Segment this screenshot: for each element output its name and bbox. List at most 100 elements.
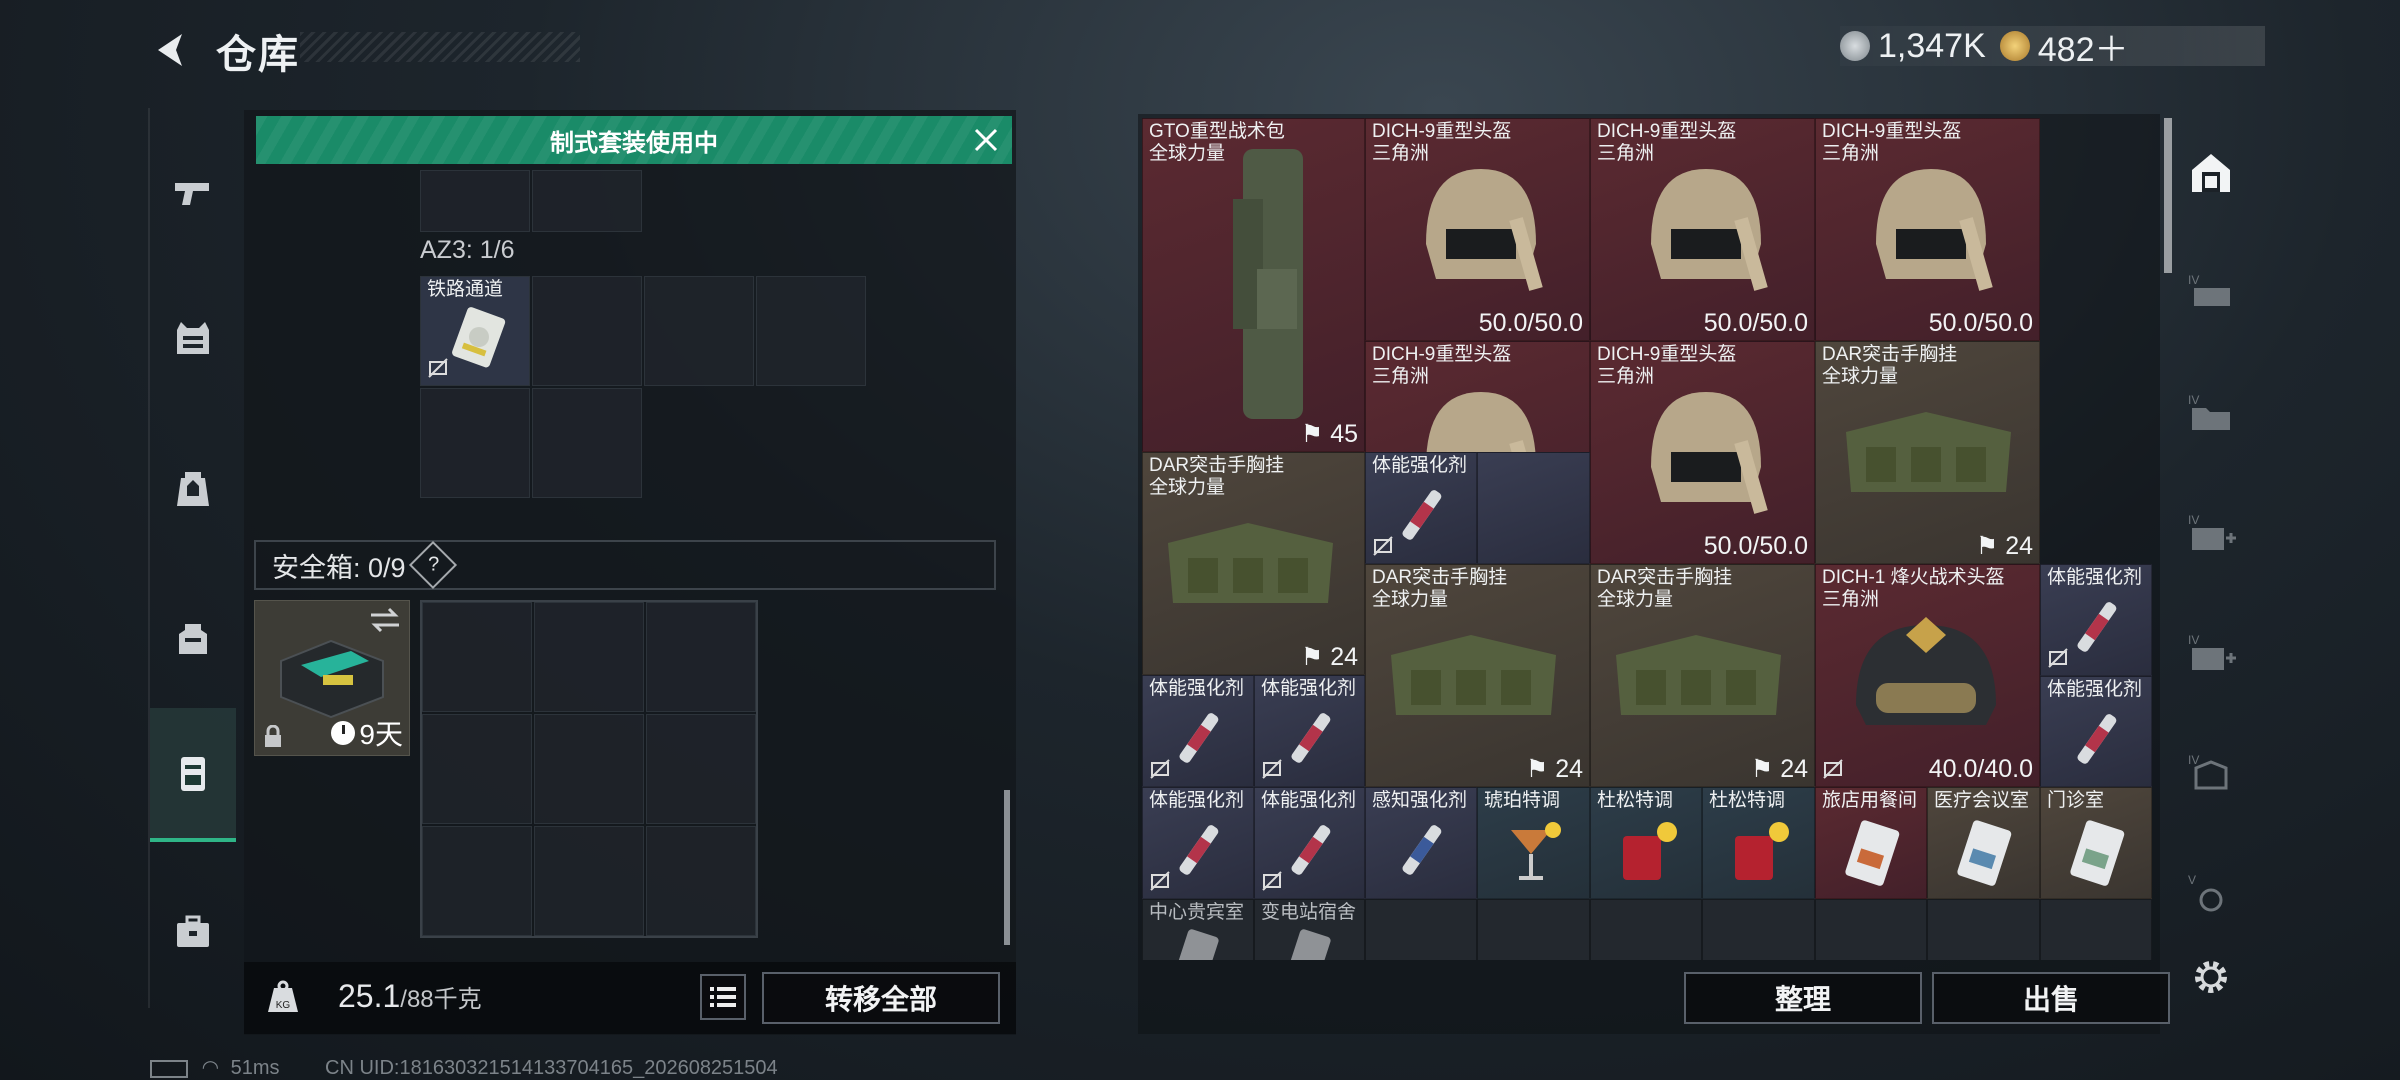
item-dar-rig[interactable]: DAR突击手胸挂 全球力量 ⚑ 24 [1365, 564, 1590, 787]
item-amber-cocktail[interactable]: 琥珀特调 [1477, 787, 1590, 899]
grid-cell[interactable] [422, 826, 532, 936]
item-info: ⚑ 24 [1525, 755, 1583, 783]
item-helmet[interactable]: DICH-9重型头盔三角洲 50.0/50.0 [1590, 118, 1815, 341]
item-substation-keycard[interactable]: 变电站宿舍 [1254, 899, 1365, 960]
warehouse-scrollbar[interactable] [2164, 118, 2172, 273]
item-info: ⚑ 24 [1975, 532, 2033, 560]
settings-gear-icon[interactable] [2190, 956, 2232, 998]
item-center-keycard[interactable]: 中心贵宾室 [1142, 899, 1254, 960]
sidebar-item-weapons[interactable] [150, 128, 236, 258]
transfer-all-button[interactable]: 转移全部 [762, 972, 1000, 1024]
back-arrow-icon[interactable] [148, 28, 192, 72]
grid-cell[interactable] [1815, 899, 1927, 960]
grid-cell[interactable] [420, 388, 530, 498]
item-helmet[interactable]: DICH-9重型头盔三角洲 50.0/50.0 [1590, 341, 1815, 564]
item-info: ⚑ 24 [1750, 755, 1808, 783]
help-icon[interactable]: ? [408, 540, 457, 590]
tab-warehouse-3[interactable]: IV [2176, 358, 2246, 468]
grid-cell[interactable] [534, 602, 644, 712]
sidebar-item-pouch[interactable] [150, 573, 236, 703]
az3-item-railway-keycard[interactable]: 铁路通道 [420, 276, 530, 386]
tab-warehouse-5[interactable]: IV [2176, 598, 2246, 708]
item-gto-backpack[interactable]: GTO重型战术包 全球力量 ⚑ 45 [1142, 118, 1365, 452]
item-name: 杜松特调 [1709, 790, 1786, 811]
helmet-icon [1651, 169, 1768, 291]
tab-warehouse-main[interactable] [2176, 118, 2246, 228]
item-stim[interactable]: 体能强化剂 [2040, 676, 2152, 787]
sidebar-item-vest[interactable] [150, 273, 236, 403]
grid-cell[interactable] [646, 602, 756, 712]
swap-icon[interactable] [369, 607, 401, 633]
item-name: 体能强化剂 [1261, 790, 1357, 811]
item-name: 感知强化剂 [1372, 790, 1468, 811]
banner-text: 制式套装使用中 [550, 129, 718, 157]
syringe-icon [2077, 714, 2117, 764]
grid-cell[interactable] [534, 714, 644, 824]
tab-warehouse-4[interactable]: IV [2176, 478, 2246, 588]
grid-cell[interactable] [2040, 899, 2152, 960]
item-dar-rig[interactable]: DAR突击手胸挂 全球力量 ⚑ 24 [1815, 341, 2040, 564]
list-view-button[interactable] [700, 974, 746, 1020]
item-info: 50.0/50.0 [1478, 309, 1583, 337]
item-name: 旅店用餐间 [1822, 790, 1918, 811]
grid-cell[interactable] [646, 714, 756, 824]
close-icon[interactable] [970, 124, 1002, 156]
grid-cell[interactable] [532, 276, 642, 386]
item-hotel-keycard[interactable]: 旅店用餐间 [1815, 787, 1927, 899]
item-stim[interactable]: 体能强化剂 [1142, 675, 1254, 787]
item-stim[interactable]: 体能强化剂 [1142, 787, 1254, 899]
clock-icon [331, 721, 356, 745]
item-dar-rig[interactable]: DAR突击手胸挂 全球力量 ⚑ 24 [1590, 564, 1815, 787]
item-clinic-keycard[interactable]: 门诊室 [2040, 787, 2152, 899]
loadout-banner: 制式套装使用中 [256, 116, 1012, 164]
grid-cell[interactable] [646, 826, 756, 936]
item-stim[interactable]: 体能强化剂 [1365, 452, 1477, 564]
item-dich1-helmet[interactable]: DICH-1 烽火战术头盔 三角洲 40.0/40.0 [1815, 564, 2040, 787]
help-text: ? [427, 553, 439, 576]
no-carry-icon [2048, 648, 2068, 668]
sidebar-item-toolbox[interactable] [150, 868, 236, 998]
item-juniper-cocktail[interactable]: 杜松特调 [1590, 787, 1702, 899]
sell-button[interactable]: 出售 [1932, 972, 2170, 1024]
left-scrollbar[interactable] [1004, 790, 1010, 945]
item-stim[interactable]: 体能强化剂 [1254, 675, 1365, 787]
grid-cell[interactable] [1365, 899, 1477, 960]
sort-button[interactable]: 整理 [1684, 972, 1922, 1024]
item-name: 体能强化剂 [1261, 678, 1357, 699]
grid-cell[interactable] [1477, 899, 1590, 960]
grid-cell[interactable] [1927, 899, 2040, 960]
item-stim[interactable]: 体能强化剂 [1254, 787, 1365, 899]
grid-cell[interactable] [532, 388, 642, 498]
cocktail-icon [1735, 822, 1789, 880]
item-stim[interactable]: 体能强化剂 [2040, 564, 2152, 676]
item-name: 门诊室 [2047, 790, 2105, 811]
sidebar-item-case[interactable] [150, 708, 236, 842]
item-helmet[interactable]: DICH-9重型头盔三角洲 50.0/50.0 [1365, 118, 1590, 341]
grid-cell[interactable] [756, 276, 866, 386]
svg-text:KG: KG [276, 1000, 291, 1011]
item-helmet[interactable]: DICH-9重型头盔三角洲 50.0/50.0 [1815, 118, 2040, 341]
currency-gold[interactable]: 482＋ [1999, 22, 2129, 71]
syringe-icon [1402, 825, 1442, 875]
item-name: 体能强化剂 [1149, 678, 1245, 699]
tab-warehouse-2[interactable]: IV [2176, 238, 2246, 348]
grid-cell[interactable] [420, 170, 530, 232]
grid-cell[interactable] [534, 826, 644, 936]
safe-box-item[interactable]: 9天 [254, 600, 410, 756]
item-dar-rig[interactable]: DAR突击手胸挂 全球力量 ⚑ 24 [1142, 452, 1365, 675]
grid-cell[interactable] [422, 714, 532, 824]
grid-cell[interactable] [1590, 899, 1702, 960]
grid-cell[interactable] [1702, 899, 1815, 960]
grid-cell[interactable] [422, 602, 532, 712]
grid-cell[interactable] [644, 276, 754, 386]
item-medical-keycard[interactable]: 医疗会议室 [1927, 787, 2040, 899]
grid-cell[interactable] [532, 170, 642, 232]
tab-warehouse-6[interactable]: IV [2176, 718, 2246, 828]
item-perception-stim[interactable]: 感知强化剂 [1365, 787, 1477, 899]
tab-warehouse-7[interactable]: V [2176, 838, 2246, 948]
expand-storage-icon: IV [2188, 633, 2236, 670]
lock-icon [265, 725, 281, 747]
sidebar-item-backpack[interactable] [150, 423, 236, 553]
item-juniper-cocktail[interactable]: 杜松特调 [1702, 787, 1815, 899]
currency-silver[interactable]: 1,347K [1840, 27, 1986, 66]
